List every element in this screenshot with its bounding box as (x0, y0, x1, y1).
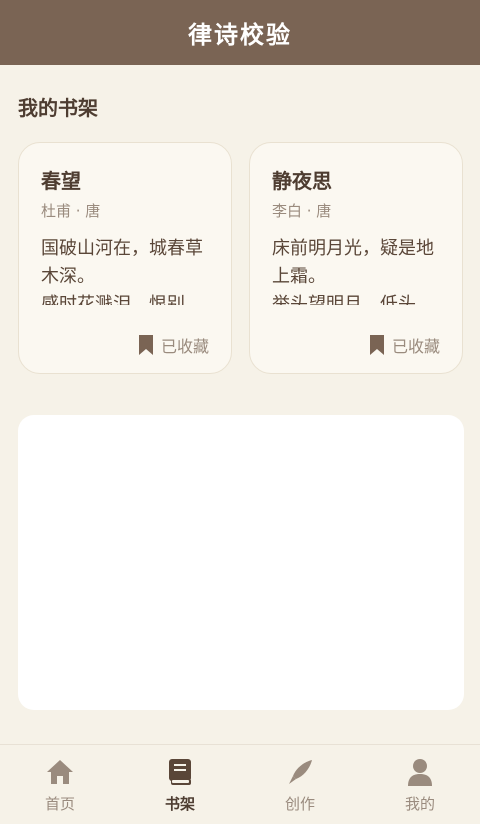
app-root: 律诗校验 我的书架 春望 杜甫 · 唐 国破山河在，城春草木深。 感时花溅泪，恨… (0, 0, 480, 824)
poem-card[interactable]: 春望 杜甫 · 唐 国破山河在，城春草木深。 感时花溅泪，恨别 已收藏 (18, 142, 232, 374)
home-icon (45, 757, 75, 787)
poem-excerpt: 床前明月光，疑是地上霜。 举头望明月，低头 (272, 235, 440, 305)
bookmark-icon (138, 335, 153, 355)
app-title: 律诗校验 (188, 21, 292, 49)
poem-card[interactable]: 静夜思 李白 · 唐 床前明月光，疑是地上霜。 举头望明月，低头 已收藏 (249, 142, 463, 374)
poem-line: 国破山河在，城春草木深。 (41, 238, 203, 287)
poem-title: 春望 (41, 169, 81, 193)
favorite-status[interactable]: 已收藏 (138, 333, 209, 357)
tab-profile[interactable]: 我的 (360, 745, 480, 824)
bottom-nav: 首页 书架 创作 我的 (0, 744, 480, 824)
book-icon (165, 757, 195, 787)
poem-line: 床前明月光，疑是地上霜。 (272, 238, 434, 287)
bookmark-icon (369, 335, 384, 355)
section-title: 我的书架 (18, 96, 98, 120)
favorite-label: 已收藏 (160, 337, 209, 356)
poem-author: 李白 · 唐 (272, 202, 332, 220)
tab-bookshelf[interactable]: 书架 (120, 745, 240, 824)
tab-label: 书架 (164, 795, 195, 813)
favorite-label: 已收藏 (391, 337, 440, 356)
pen-icon (285, 757, 315, 787)
user-icon (405, 757, 435, 787)
poem-line: 举头望明月，低头 (272, 294, 416, 305)
tab-create[interactable]: 创作 (240, 745, 360, 824)
tab-label: 首页 (44, 795, 75, 813)
tab-label: 我的 (404, 795, 435, 813)
favorite-status[interactable]: 已收藏 (369, 333, 440, 357)
poem-excerpt: 国破山河在，城春草木深。 感时花溅泪，恨别 (41, 235, 209, 305)
poem-title: 静夜思 (272, 169, 332, 193)
app-header: 律诗校验 (0, 0, 480, 65)
tab-label: 创作 (284, 795, 315, 813)
poem-line: 感时花溅泪，恨别 (41, 294, 185, 305)
poem-author: 杜甫 · 唐 (41, 202, 101, 220)
content-panel (18, 415, 464, 710)
tab-home[interactable]: 首页 (0, 745, 120, 824)
